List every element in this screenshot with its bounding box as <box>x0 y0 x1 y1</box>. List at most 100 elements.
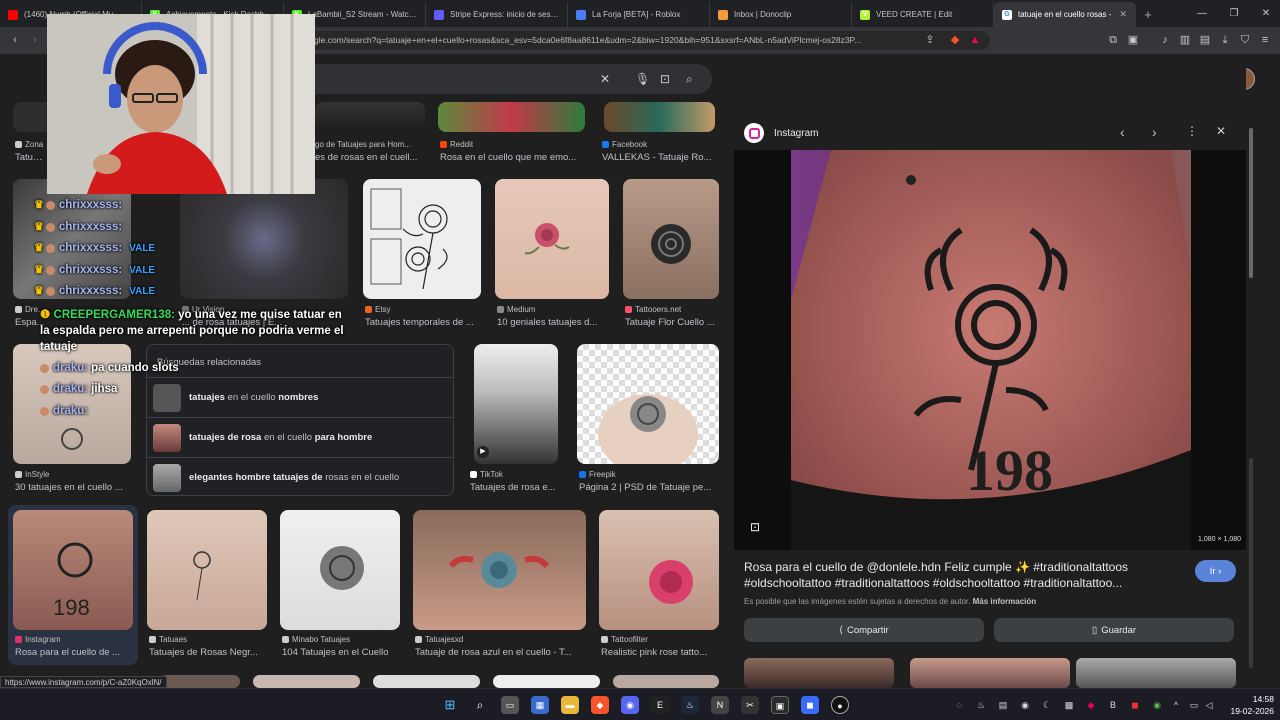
forward-icon[interactable]: › <box>28 33 42 47</box>
result-caption[interactable]: Etsy Tatuajes temporales de ... <box>365 304 483 328</box>
panel-scrollbar[interactable] <box>1248 128 1254 668</box>
tray-chevron-icon[interactable]: ^ <box>1170 699 1182 711</box>
tray-icon[interactable]: ◼ <box>1129 699 1141 711</box>
result-image[interactable] <box>373 675 480 688</box>
tray-icon[interactable]: ◌ <box>953 699 965 711</box>
result-caption[interactable]: Tatuaes Tatuajes de Rosas Negr... <box>149 634 269 658</box>
visit-button[interactable]: Ir › <box>1195 560 1236 582</box>
result-image[interactable] <box>315 102 425 132</box>
result-caption[interactable]: Minabo Tatuajes 104 Tatuajes en el Cuell… <box>282 634 402 658</box>
wallet-icon[interactable]: ▤ <box>1198 33 1212 47</box>
result-caption[interactable]: Tatuajesxd Tatuaje de rosa azul en el cu… <box>415 634 588 658</box>
file-explorer-icon[interactable]: ▬ <box>561 696 579 714</box>
tray-icon[interactable]: B <box>1107 699 1119 711</box>
voice-search-icon[interactable]: 🎙 <box>635 72 650 86</box>
widgets-icon[interactable]: ▦ <box>531 696 549 714</box>
share-button[interactable]: ⟨ Compartir <box>744 618 984 642</box>
result-caption[interactable]: Freepik Página 2 | PSD de Tatuaje pe... <box>579 469 719 493</box>
menu-icon[interactable]: ≡ <box>1258 33 1272 47</box>
search-input[interactable]: ✕ 🎙 ⊡ ⌕ <box>300 64 712 94</box>
result-image[interactable] <box>493 675 600 688</box>
tray-icon[interactable]: ◉ <box>1151 699 1163 711</box>
extensions-icon[interactable]: ⧉ <box>1106 33 1120 47</box>
result-caption[interactable]: Tattoofilter Realistic pink rose tatto..… <box>601 634 721 658</box>
tray-steam-icon[interactable]: ♨ <box>975 699 987 711</box>
related-image[interactable] <box>1076 658 1236 688</box>
result-image[interactable]: ▶ <box>474 344 558 464</box>
preview-image-area[interactable]: 198 ⊡ 1,080 × 1,080 <box>734 150 1246 550</box>
result-caption[interactable]: Facebook VALLEKAS - Tatuaje Ro... <box>602 139 717 163</box>
clear-icon[interactable]: ✕ <box>600 72 610 86</box>
back-icon[interactable]: ‹ <box>8 33 22 47</box>
panel-source[interactable]: Instagram <box>774 128 818 139</box>
result-image[interactable] <box>413 510 586 630</box>
prev-image-icon[interactable]: ‹ <box>1120 124 1125 140</box>
result-caption[interactable]: Instagram Rosa para el cuello de ... <box>15 634 133 658</box>
maximize-button[interactable]: ❐ <box>1218 0 1250 27</box>
roblox-icon[interactable]: ◼ <box>801 696 819 714</box>
result-caption[interactable]: Zona Tatuaje <box>15 139 45 163</box>
minimize-button[interactable]: — <box>1186 0 1218 27</box>
close-panel-icon[interactable]: ✕ <box>1216 124 1226 138</box>
tray-icon[interactable]: ☾ <box>1041 699 1053 711</box>
start-icon[interactable]: ⊞ <box>441 696 459 714</box>
share-page-icon[interactable]: ⇪ <box>923 33 937 47</box>
result-caption[interactable]: InStyle 30 tatuajes en el cuello ... <box>15 469 133 493</box>
tab[interactable]: Stripe Express: inicio de sesión <box>426 2 568 27</box>
capcut-icon[interactable]: ✂ <box>741 696 759 714</box>
result-image-selected[interactable]: 198 <box>13 510 133 630</box>
related-search-item[interactable]: tatuajes de rosa en el cuello para hombr… <box>147 417 453 457</box>
task-view-icon[interactable]: ▭ <box>501 696 519 714</box>
save-button[interactable]: ▯ Guardar <box>994 618 1234 642</box>
lens-search-icon[interactable]: ⊡ <box>750 520 760 534</box>
result-caption[interactable]: Tattooers.net Tatuaje Flor Cuello ... <box>625 304 719 328</box>
tab[interactable]: Gtatuaje en el cuello rosas - ✕ <box>994 2 1136 27</box>
address-bar[interactable]: gle.com/search?q=tatuaje+en+el+cuello+ro… <box>300 31 990 50</box>
vpn-icon[interactable]: ⛉ <box>1238 33 1252 47</box>
result-image[interactable] <box>147 510 267 630</box>
discord-icon[interactable]: ◉ <box>621 696 639 714</box>
tab[interactable]: V VEED CREATE | Edit <box>852 2 994 27</box>
download-icon[interactable]: ⤓ <box>1218 33 1232 47</box>
result-image[interactable] <box>495 179 609 299</box>
result-image[interactable] <box>280 510 400 630</box>
new-tab-button[interactable]: + <box>1136 2 1160 27</box>
result-caption[interactable]: Reddit Rosa en el cuello que me emo... <box>440 139 585 163</box>
close-window-button[interactable]: ✕ <box>1250 0 1280 27</box>
related-image[interactable] <box>744 658 894 688</box>
tray-icon[interactable]: ▤ <box>997 699 1009 711</box>
steam-icon[interactable]: ♨ <box>681 696 699 714</box>
app-icon[interactable]: ▣ <box>771 696 789 714</box>
tray-icon[interactable]: ◉ <box>1019 699 1031 711</box>
wifi-icon[interactable]: ▭ <box>1188 699 1200 711</box>
result-image[interactable] <box>577 344 719 464</box>
result-caption[interactable]: TikTok Tatuajes de rosa e... <box>470 469 560 493</box>
preview-photo[interactable]: 198 <box>791 150 1191 550</box>
result-image[interactable] <box>253 675 360 688</box>
tray-icon[interactable]: ◆ <box>1085 699 1097 711</box>
tab[interactable]: La Forja [BETA] - Roblox <box>568 2 710 27</box>
result-image[interactable] <box>363 179 481 299</box>
preview-title[interactable]: Rosa para el cuello de @donlele.hdn Feli… <box>744 559 1164 591</box>
epic-games-icon[interactable]: E <box>651 696 669 714</box>
brave-shield-icon[interactable]: ◆ <box>948 33 962 47</box>
result-image[interactable] <box>160 675 240 688</box>
more-info-link[interactable]: Más información <box>973 597 1037 606</box>
search-icon[interactable]: ⌕ <box>686 72 693 87</box>
tab[interactable]: Inbox | Donoclip <box>710 2 852 27</box>
next-image-icon[interactable]: › <box>1152 124 1157 140</box>
notion-icon[interactable]: N <box>711 696 729 714</box>
sidebar-icon[interactable]: ▥ <box>1178 33 1192 47</box>
result-image[interactable] <box>438 102 585 132</box>
result-image[interactable] <box>613 675 719 688</box>
related-search-item[interactable]: elegantes hombre tatuajes de rosas en el… <box>147 457 453 497</box>
result-caption[interactable]: Medium 10 geniales tatuajes d... <box>497 304 611 328</box>
more-options-icon[interactable]: ⋮ <box>1186 124 1198 138</box>
media-icon[interactable]: ♪ <box>1158 33 1172 47</box>
screenshot-icon[interactable]: ▣ <box>1126 33 1140 47</box>
result-caption[interactable]: go de Tatuajes para Hom... es de rosas e… <box>315 139 425 163</box>
tab-close-icon[interactable]: ✕ <box>1119 9 1127 20</box>
search-icon[interactable]: ⌕ <box>471 696 489 714</box>
result-image[interactable] <box>599 510 719 630</box>
related-image[interactable] <box>910 658 1070 688</box>
